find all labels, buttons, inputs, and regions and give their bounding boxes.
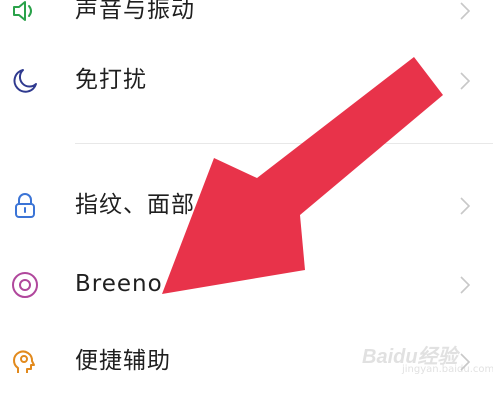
settings-item-label: Breeno [75,271,163,297]
head-bulb-icon [10,347,40,377]
speaker-icon [10,0,40,26]
lock-icon [10,191,40,221]
chevron-right-icon [458,275,472,295]
settings-item-label: 便捷辅助 [75,348,171,374]
chevron-right-icon [458,71,472,91]
settings-item-label: 指纹、面部与密码 [75,192,267,218]
chevron-right-icon [458,196,472,216]
section-divider [75,143,493,144]
chevron-right-icon [458,1,472,21]
breeno-icon [10,270,40,300]
settings-item-label: 声音与振动 [75,0,195,23]
moon-icon [10,66,40,96]
settings-item-label: 免打扰 [75,67,147,93]
settings-item-security[interactable]: 指纹、面部与密码 [0,169,493,241]
settings-item-sound[interactable]: 声音与振动 [0,0,493,46]
watermark-subtext: jingyan.baidu.com [402,364,493,375]
settings-item-breeno[interactable]: Breeno [0,248,493,320]
watermark-logo: Baidu经验 jingyan.baidu.com [362,340,493,380]
settings-item-do-not-disturb[interactable]: 免打扰 [0,44,493,116]
